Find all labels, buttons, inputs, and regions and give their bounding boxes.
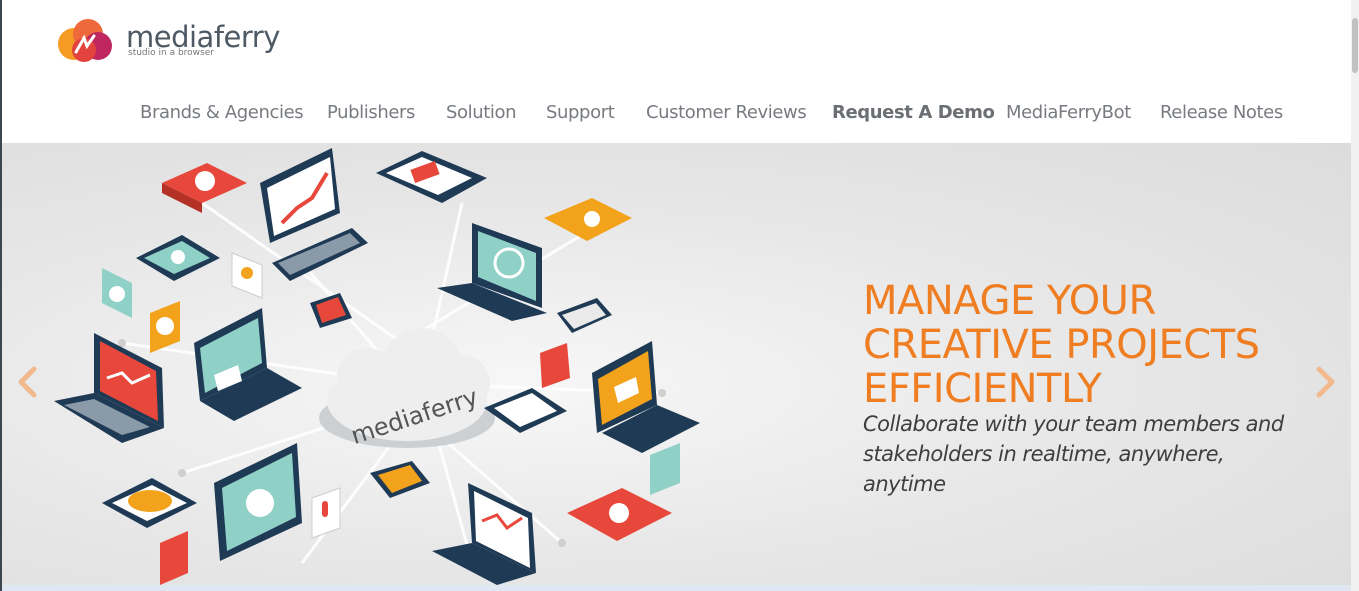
- chevron-left-icon: [18, 366, 37, 398]
- chat-tile-icon: [102, 478, 197, 528]
- nav-support[interactable]: Support: [546, 102, 615, 123]
- laptop-trend-icon: [54, 333, 164, 443]
- search-tile-icon: [544, 198, 632, 241]
- laptop-mail-icon: [194, 308, 302, 421]
- brand-tagline: studio in a browser: [128, 48, 214, 58]
- gear-tile-icon: [102, 268, 132, 318]
- play-tablet-icon: [136, 235, 220, 281]
- page-bottom-edge: [2, 585, 1351, 591]
- nav-request-demo[interactable]: Request A Demo: [832, 102, 995, 123]
- chevron-right-icon: [1316, 366, 1335, 398]
- laptop-mail-orange-icon: [592, 341, 700, 453]
- camera-tile-icon: [567, 488, 672, 541]
- site-header: mediaferry studio in a browser Brands & …: [2, 0, 1351, 143]
- laptop-trend-bottom-icon: [432, 483, 536, 585]
- cloud-logo-icon: [58, 19, 112, 62]
- hero-slider: mediaferry MANAGE YOUR CREATIVE PROJECTS…: [2, 143, 1351, 585]
- brand-name-part2: ferry: [213, 20, 281, 54]
- slider-next-button[interactable]: [1313, 365, 1339, 399]
- monitor-chart-icon: [260, 148, 340, 243]
- scrollbar-thumb[interactable]: [1352, 18, 1358, 73]
- mediaferry-logo[interactable]: mediaferry studio in a browser: [54, 16, 280, 68]
- nav-brands-agencies[interactable]: Brands & Agencies: [140, 102, 304, 123]
- nav-release-notes[interactable]: Release Notes: [1160, 102, 1283, 123]
- main-nav: Brands & Agencies Publishers Solution Su…: [2, 102, 1351, 128]
- hero-title: MANAGE YOUR CREATIVE PROJECTS EFFICIENTL…: [863, 278, 1260, 412]
- devices-network-illustration: mediaferry: [54, 148, 832, 585]
- slider-prev-button[interactable]: [14, 365, 40, 399]
- mediaferry-cloud-icon: mediaferry: [319, 328, 495, 450]
- vertical-scrollbar[interactable]: [1351, 0, 1359, 591]
- nav-solution[interactable]: Solution: [446, 102, 517, 123]
- monitor-gear-icon: [214, 443, 302, 561]
- nav-customer-reviews[interactable]: Customer Reviews: [646, 102, 807, 123]
- nav-mediaferrybot[interactable]: MediaFerryBot: [1006, 102, 1131, 123]
- nav-publishers[interactable]: Publishers: [327, 102, 415, 123]
- photo-tile-icon: [376, 151, 487, 203]
- hero-subtitle: Collaborate with your team members and s…: [863, 412, 1284, 496]
